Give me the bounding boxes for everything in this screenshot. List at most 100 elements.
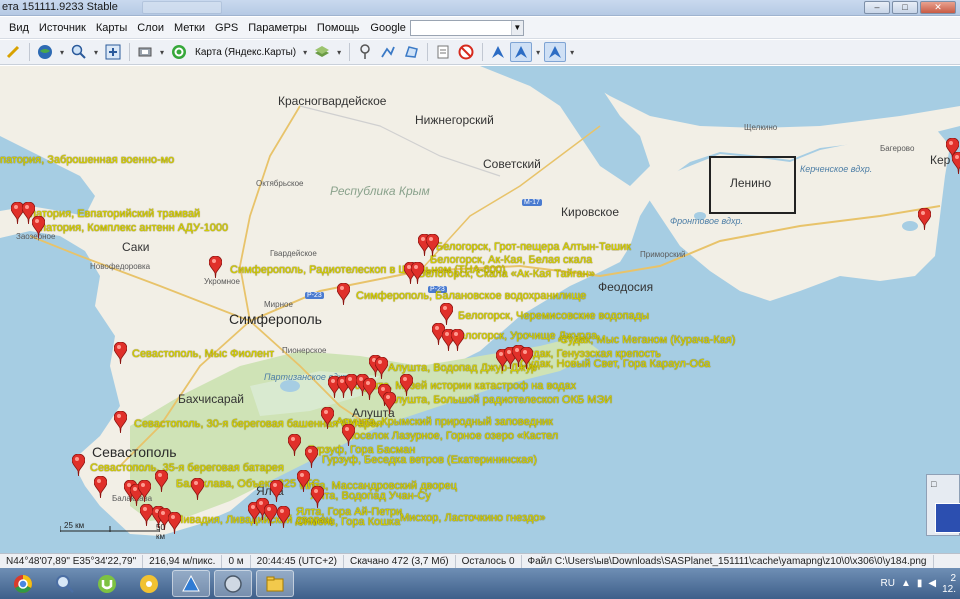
minimap-toggle-icon[interactable]: □ xyxy=(931,479,936,489)
map-pin-icon[interactable] xyxy=(952,152,960,174)
poi-label[interactable]: Ялта, Водопад Учан-Су xyxy=(310,490,431,502)
map-pin-icon[interactable] xyxy=(305,446,318,468)
fullscreen-icon[interactable] xyxy=(102,42,124,62)
map-pin-icon[interactable] xyxy=(209,256,222,278)
poi-label[interactable]: Мисхор, Ласточкино гнездо» xyxy=(400,512,546,524)
map-pin-icon[interactable] xyxy=(918,208,931,230)
layers-icon[interactable] xyxy=(311,42,333,62)
map-pin-icon[interactable] xyxy=(411,262,424,284)
network-icon[interactable]: ▮ xyxy=(917,578,923,589)
selection-frame[interactable] xyxy=(709,156,796,214)
menu-marks[interactable]: Метки xyxy=(169,22,210,34)
no-marks-icon[interactable] xyxy=(455,42,477,62)
map-pin-icon[interactable] xyxy=(297,470,310,492)
poi-label[interactable]: Симферополь, Балановское водохранилище xyxy=(356,290,586,302)
poi-label[interactable]: Севастополь, Мыс Фиолент xyxy=(132,348,274,360)
map-pin-icon[interactable] xyxy=(168,512,181,534)
chevron-down-icon[interactable]: ▾ xyxy=(157,42,167,62)
nav-arrow-pressed-icon[interactable] xyxy=(510,42,533,62)
poi-label[interactable]: Белогорск, Скала «Ак-Кая Тайган» xyxy=(418,268,595,280)
placemark-icon[interactable] xyxy=(354,42,376,62)
poi-label[interactable]: Гурзуф, Беседка ветров (Екатерининская) xyxy=(322,454,537,466)
map-pin-icon[interactable] xyxy=(321,407,334,429)
map-pin-icon[interactable] xyxy=(114,342,127,364)
clock[interactable]: 2 12. xyxy=(942,573,956,595)
map-view[interactable]: Красногвардейское Нижнегорский Советский… xyxy=(0,66,960,553)
map-pin-icon[interactable] xyxy=(270,480,283,502)
poi-label[interactable]: патория, Заброшенная военно-мо xyxy=(0,154,174,166)
map-pin-icon[interactable] xyxy=(400,374,413,396)
map-pin-icon[interactable] xyxy=(342,424,355,446)
volume-icon[interactable]: ◀ xyxy=(928,578,936,589)
menu-help[interactable]: Помощь xyxy=(312,22,365,34)
map-pin-icon[interactable] xyxy=(114,411,127,433)
map-pin-icon[interactable] xyxy=(138,480,151,502)
maximize-button[interactable]: □ xyxy=(892,1,918,14)
chevron-down-icon[interactable]: ▾ xyxy=(334,42,344,62)
tray-arrow-icon[interactable]: ▲ xyxy=(901,578,911,589)
zoom-icon[interactable] xyxy=(68,42,90,62)
map-pin-icon[interactable] xyxy=(32,216,45,238)
map-pin-icon[interactable] xyxy=(440,303,453,325)
menu-view[interactable]: Вид xyxy=(4,22,34,34)
map-pin-icon[interactable] xyxy=(520,347,533,369)
search-app-icon[interactable] xyxy=(46,570,84,597)
map-pin-icon[interactable] xyxy=(375,357,388,379)
satellite-icon[interactable] xyxy=(134,42,156,62)
map-pin-icon[interactable] xyxy=(363,378,376,400)
minimize-button[interactable]: – xyxy=(864,1,890,14)
menu-layers[interactable]: Слои xyxy=(132,22,169,34)
menu-gps[interactable]: GPS xyxy=(210,22,243,34)
close-button[interactable]: ✕ xyxy=(920,1,956,14)
map-pin-icon[interactable] xyxy=(155,470,168,492)
poi-label[interactable]: Белогорск, Грот-пещера Алтын-Тешик xyxy=(436,241,631,253)
chevron-down-icon[interactable]: ▼ xyxy=(510,20,523,35)
poi-label[interactable]: Судак, Мыс Меганом (Курача-Кая) xyxy=(560,334,735,346)
map-pin-icon[interactable] xyxy=(383,392,396,414)
chevron-down-icon[interactable]: ▾ xyxy=(533,42,543,62)
refresh-icon[interactable] xyxy=(168,42,190,62)
ruler-icon[interactable] xyxy=(2,42,24,62)
nav-arrow-icon[interactable] xyxy=(487,42,509,62)
map-pin-icon[interactable] xyxy=(288,434,301,456)
poi-label[interactable]: патория, Комплекс антенн АДУ-1000 xyxy=(40,222,228,234)
map-pin-icon[interactable] xyxy=(277,506,290,528)
poi-label[interactable]: Поселок Лазурное, Горное озеро «Кастел xyxy=(346,430,558,442)
explorer-folder-icon[interactable] xyxy=(256,570,294,597)
menu-maps[interactable]: Карты xyxy=(91,22,132,34)
map-pin-icon[interactable] xyxy=(94,476,107,498)
poi-label[interactable]: Севастополь, 35-я береговая батарея xyxy=(90,462,284,474)
poi-label[interactable]: Алушта, Большой радиотелескоп ОКБ МЭИ xyxy=(388,394,612,406)
poi-label[interactable]: Судак, Новый Свет, Гора Караул-Оба xyxy=(520,358,710,370)
map-source-label[interactable]: Карта (Яндекс.Карты) xyxy=(195,47,296,58)
chevron-down-icon[interactable]: ▾ xyxy=(300,42,310,62)
map-pin-icon[interactable] xyxy=(426,234,439,256)
globe-icon[interactable] xyxy=(34,42,56,62)
map-pin-icon[interactable] xyxy=(311,486,324,508)
sasplanet-icon[interactable] xyxy=(172,570,210,597)
menu-settings[interactable]: Параметры xyxy=(243,22,312,34)
path-icon[interactable] xyxy=(377,42,399,62)
utorrent-icon[interactable] xyxy=(88,570,126,597)
map-pin-icon[interactable] xyxy=(451,329,464,351)
chevron-down-icon[interactable]: ▾ xyxy=(567,42,577,62)
chevron-down-icon[interactable]: ▾ xyxy=(91,42,101,62)
map-pin-icon[interactable] xyxy=(337,283,350,305)
polygon-icon[interactable] xyxy=(400,42,422,62)
google-search-combo[interactable]: ▼ xyxy=(409,19,524,36)
poi-label[interactable]: патория, Евпаторийский трамвай xyxy=(30,208,200,220)
poi-label[interactable]: Алушта, Крымский природный заповедник xyxy=(336,416,553,428)
marks-list-icon[interactable] xyxy=(432,42,454,62)
map-pin-icon[interactable] xyxy=(72,454,85,476)
chevron-down-icon[interactable]: ▾ xyxy=(57,42,67,62)
nav-arrow-dropdown-icon[interactable] xyxy=(544,42,567,62)
app-pro-icon[interactable] xyxy=(214,570,252,597)
poi-label[interactable]: Белогорск, Черемисовские водопады xyxy=(458,310,649,322)
pinwheel-icon[interactable] xyxy=(130,570,168,597)
poi-label[interactable]: Белогорск, Ак-Кая, Белая скала xyxy=(430,254,592,266)
map-pin-icon[interactable] xyxy=(191,478,204,500)
language-indicator[interactable]: RU xyxy=(881,578,895,589)
menu-source[interactable]: Источник xyxy=(34,22,91,34)
map-pin-icon[interactable] xyxy=(264,504,277,526)
minimap-panel[interactable]: □ xyxy=(926,474,960,536)
